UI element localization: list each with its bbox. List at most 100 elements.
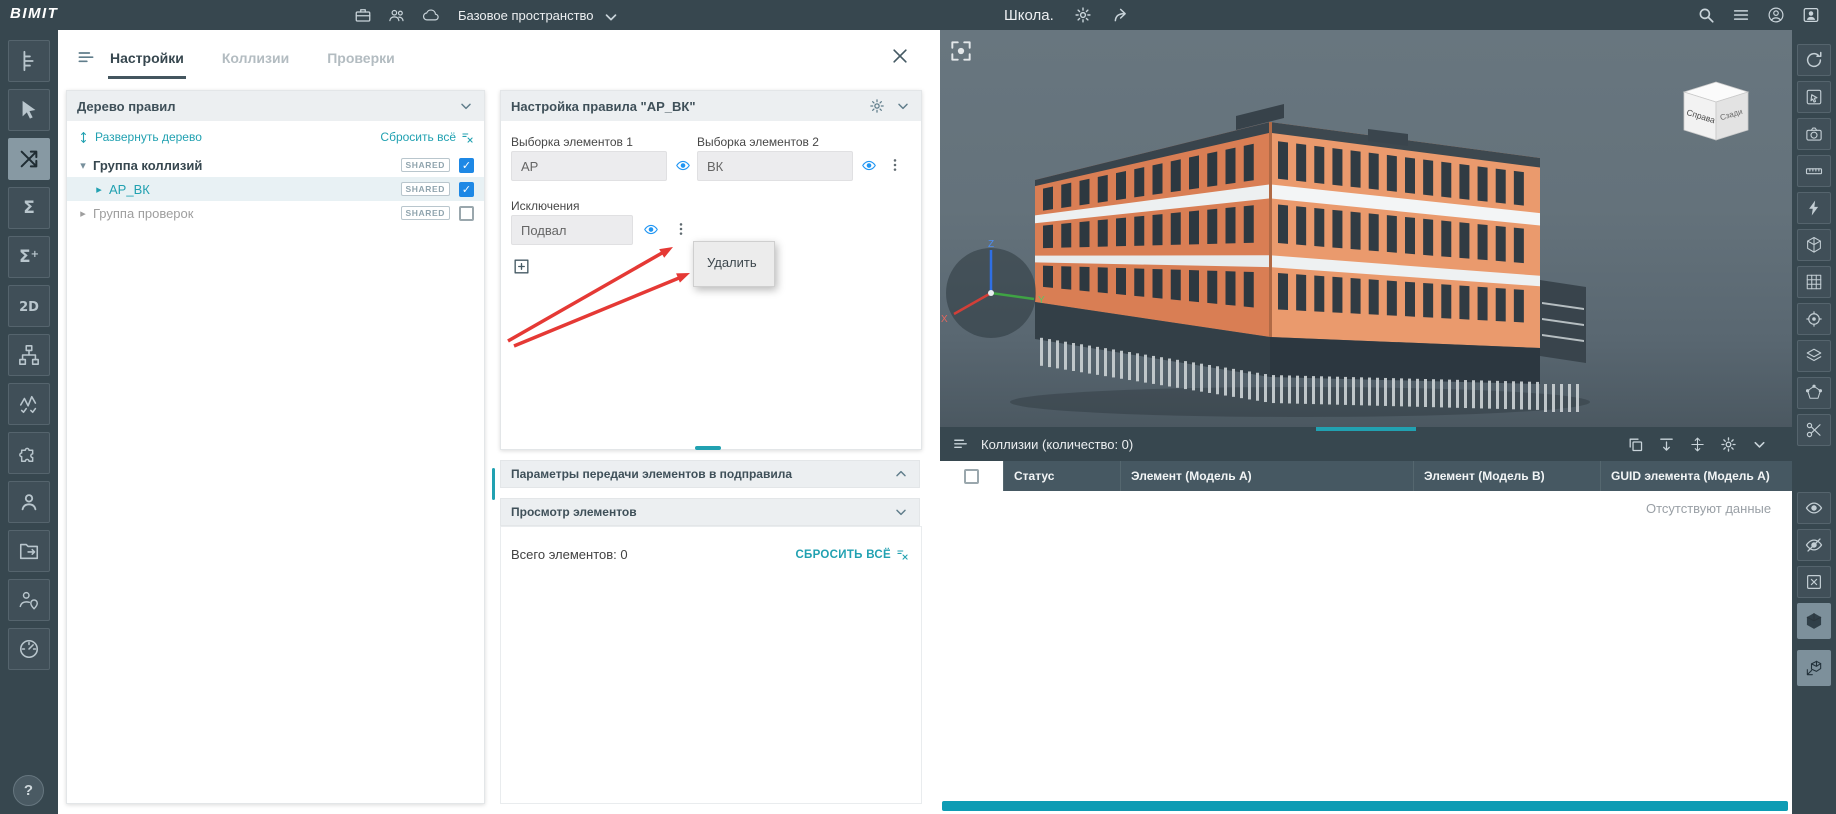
sidebar-2d-button[interactable]: 2D xyxy=(8,285,50,327)
rule-card-header[interactable]: Настройка правила "АР_ВК" xyxy=(501,91,921,121)
fit-height-icon[interactable] xyxy=(1658,436,1675,453)
expand-tree-icon xyxy=(77,131,90,144)
tool-clear-selection-button[interactable] xyxy=(1797,566,1831,598)
navigation-cube[interactable]: Справа Сзади xyxy=(1672,74,1760,148)
tool-grid-button[interactable] xyxy=(1797,266,1831,298)
tool-bolt-button[interactable] xyxy=(1797,192,1831,224)
list-icon[interactable] xyxy=(952,436,969,453)
sidebar-user-location-button[interactable] xyxy=(8,579,50,621)
axis-gizmo[interactable]: Z Y X xyxy=(940,237,1047,349)
tab-checks[interactable]: Проверки xyxy=(325,30,397,79)
tool-screenshot-button[interactable] xyxy=(1797,118,1831,150)
sidebar-rules-tree-button[interactable] xyxy=(8,40,50,82)
exclusion-input[interactable] xyxy=(511,215,633,245)
sidebar-dashboard-button[interactable] xyxy=(8,628,50,670)
selection1-input[interactable] xyxy=(511,151,667,181)
sidebar-select-tool-button[interactable] xyxy=(8,89,50,131)
sidebar-user-button[interactable] xyxy=(8,481,50,523)
selection2-input[interactable] xyxy=(697,151,853,181)
account-circle-icon[interactable] xyxy=(1767,6,1785,24)
tool-hide-button[interactable] xyxy=(1797,529,1831,561)
sidebar-charts-button[interactable] xyxy=(8,383,50,425)
selection1-label: Выборка элементов 1 xyxy=(511,135,633,149)
menu-icon[interactable] xyxy=(1732,6,1750,24)
reset-all-link[interactable]: Сбросить всё xyxy=(380,130,474,144)
rule-card-title: Настройка правила "АР_ВК" xyxy=(511,99,695,114)
close-panel-button[interactable] xyxy=(890,46,910,66)
tool-section-button[interactable] xyxy=(1797,414,1831,446)
add-exclusion-button[interactable] xyxy=(512,256,532,276)
delete-menu-item[interactable]: Удалить xyxy=(694,242,774,284)
sidebar-sum-button[interactable]: Σ xyxy=(8,187,50,229)
tool-focus-button[interactable] xyxy=(1797,303,1831,335)
chevron-up-icon[interactable] xyxy=(893,466,909,482)
project-settings-gear-icon[interactable] xyxy=(1074,6,1092,24)
sidebar-sum-plus-button[interactable]: Σ+ xyxy=(8,236,50,278)
column-header[interactable]: Статус xyxy=(1004,461,1121,491)
tool-layers-button[interactable] xyxy=(1797,340,1831,372)
panel-resize-handle[interactable] xyxy=(1316,427,1416,431)
table-settings-gear-icon[interactable] xyxy=(1720,436,1737,453)
chevron-down-icon[interactable] xyxy=(893,504,909,520)
horizontal-scrollbar[interactable] xyxy=(942,801,1788,811)
selection2-visibility-eye-icon[interactable] xyxy=(859,158,880,174)
tree-item-checkbox[interactable]: ✓ xyxy=(459,182,474,197)
tool-cube-isolate-button[interactable] xyxy=(1797,603,1831,639)
column-header[interactable]: Элемент (Модель А) xyxy=(1121,461,1414,491)
exclusion-menu-dots-icon[interactable] xyxy=(673,218,689,242)
tool-orbit-button[interactable] xyxy=(1797,44,1831,76)
tool-show-button[interactable] xyxy=(1797,492,1831,524)
tree-item-ar-vk[interactable]: ▸АР_ВКSHARED✓ xyxy=(67,177,484,201)
view-elements-header[interactable]: Просмотр элементов xyxy=(500,498,920,526)
sidebar-share-folder-button[interactable] xyxy=(8,530,50,572)
tool-clip-box-button[interactable] xyxy=(1797,229,1831,261)
reset-all-elements-link[interactable]: СБРОСИТЬ ВСЁ xyxy=(795,548,909,561)
tool-cube-move-button[interactable] xyxy=(1797,650,1831,686)
expand-triangle-icon[interactable]: ▾ xyxy=(75,159,91,172)
viewport-3d[interactable]: Z Y X Справа Сзади xyxy=(940,30,1792,427)
focus-view-icon[interactable] xyxy=(948,38,974,64)
expand-triangle-icon[interactable]: ▸ xyxy=(75,207,91,220)
search-icon[interactable] xyxy=(1697,6,1715,24)
toolbox-icon[interactable] xyxy=(354,6,372,24)
splitter-handle[interactable] xyxy=(492,468,495,500)
tool-polygon-button[interactable] xyxy=(1797,377,1831,409)
share-icon[interactable] xyxy=(1112,6,1130,24)
team-icon[interactable] xyxy=(388,6,406,24)
sidebar-clash-detection-button[interactable] xyxy=(8,138,50,180)
panel-menu-icon[interactable] xyxy=(76,48,96,68)
card-resize-handle[interactable] xyxy=(695,446,721,450)
selection1-visibility-eye-icon[interactable] xyxy=(673,158,694,174)
rule-settings-gear-icon[interactable] xyxy=(869,98,885,114)
duplicate-icon[interactable] xyxy=(1627,436,1644,453)
rules-tree-header[interactable]: Дерево правил xyxy=(67,91,484,121)
user-badge-icon[interactable] xyxy=(1802,6,1820,24)
chevron-down-icon[interactable] xyxy=(458,98,474,114)
select-all-checkbox[interactable] xyxy=(964,469,979,484)
selection2-menu-dots-icon[interactable] xyxy=(887,154,903,178)
help-button[interactable]: ? xyxy=(13,775,44,806)
stretch-rows-icon[interactable] xyxy=(1689,436,1706,453)
shared-badge: SHARED xyxy=(401,158,451,172)
expand-tree-link[interactable]: Развернуть дерево xyxy=(77,130,202,144)
column-header[interactable]: Элемент (Модель B) xyxy=(1414,461,1601,491)
expand-triangle-icon[interactable]: ▸ xyxy=(91,183,107,196)
workspace-selector[interactable]: Базовое пространство xyxy=(458,0,616,30)
exclusion-visibility-eye-icon[interactable] xyxy=(641,222,662,238)
cloud-sync-icon[interactable] xyxy=(422,6,440,24)
tree-item-checkbox[interactable] xyxy=(459,206,474,221)
tab-collisions[interactable]: Коллизии xyxy=(220,30,291,79)
tool-measure-button[interactable] xyxy=(1797,155,1831,187)
subrules-params-header[interactable]: Параметры передачи элементов в подправил… xyxy=(500,460,920,488)
tree-item-collision-group[interactable]: ▾Группа коллизийSHARED✓ xyxy=(67,153,484,177)
tool-select-area-button[interactable] xyxy=(1797,81,1831,113)
tab-settings[interactable]: Настройки xyxy=(108,30,186,79)
tree-item-checkbox[interactable]: ✓ xyxy=(459,158,474,173)
sidebar-plugins-button[interactable] xyxy=(8,432,50,474)
sidebar-structure-button[interactable] xyxy=(8,334,50,376)
tree-item-check-group[interactable]: ▸Группа проверокSHARED xyxy=(67,201,484,225)
select-all-cell[interactable] xyxy=(940,461,1004,491)
column-header[interactable]: GUID элемента (Модель А) xyxy=(1601,461,1792,491)
chevron-down-icon[interactable] xyxy=(895,98,911,114)
collapse-panel-icon[interactable] xyxy=(1751,436,1768,453)
